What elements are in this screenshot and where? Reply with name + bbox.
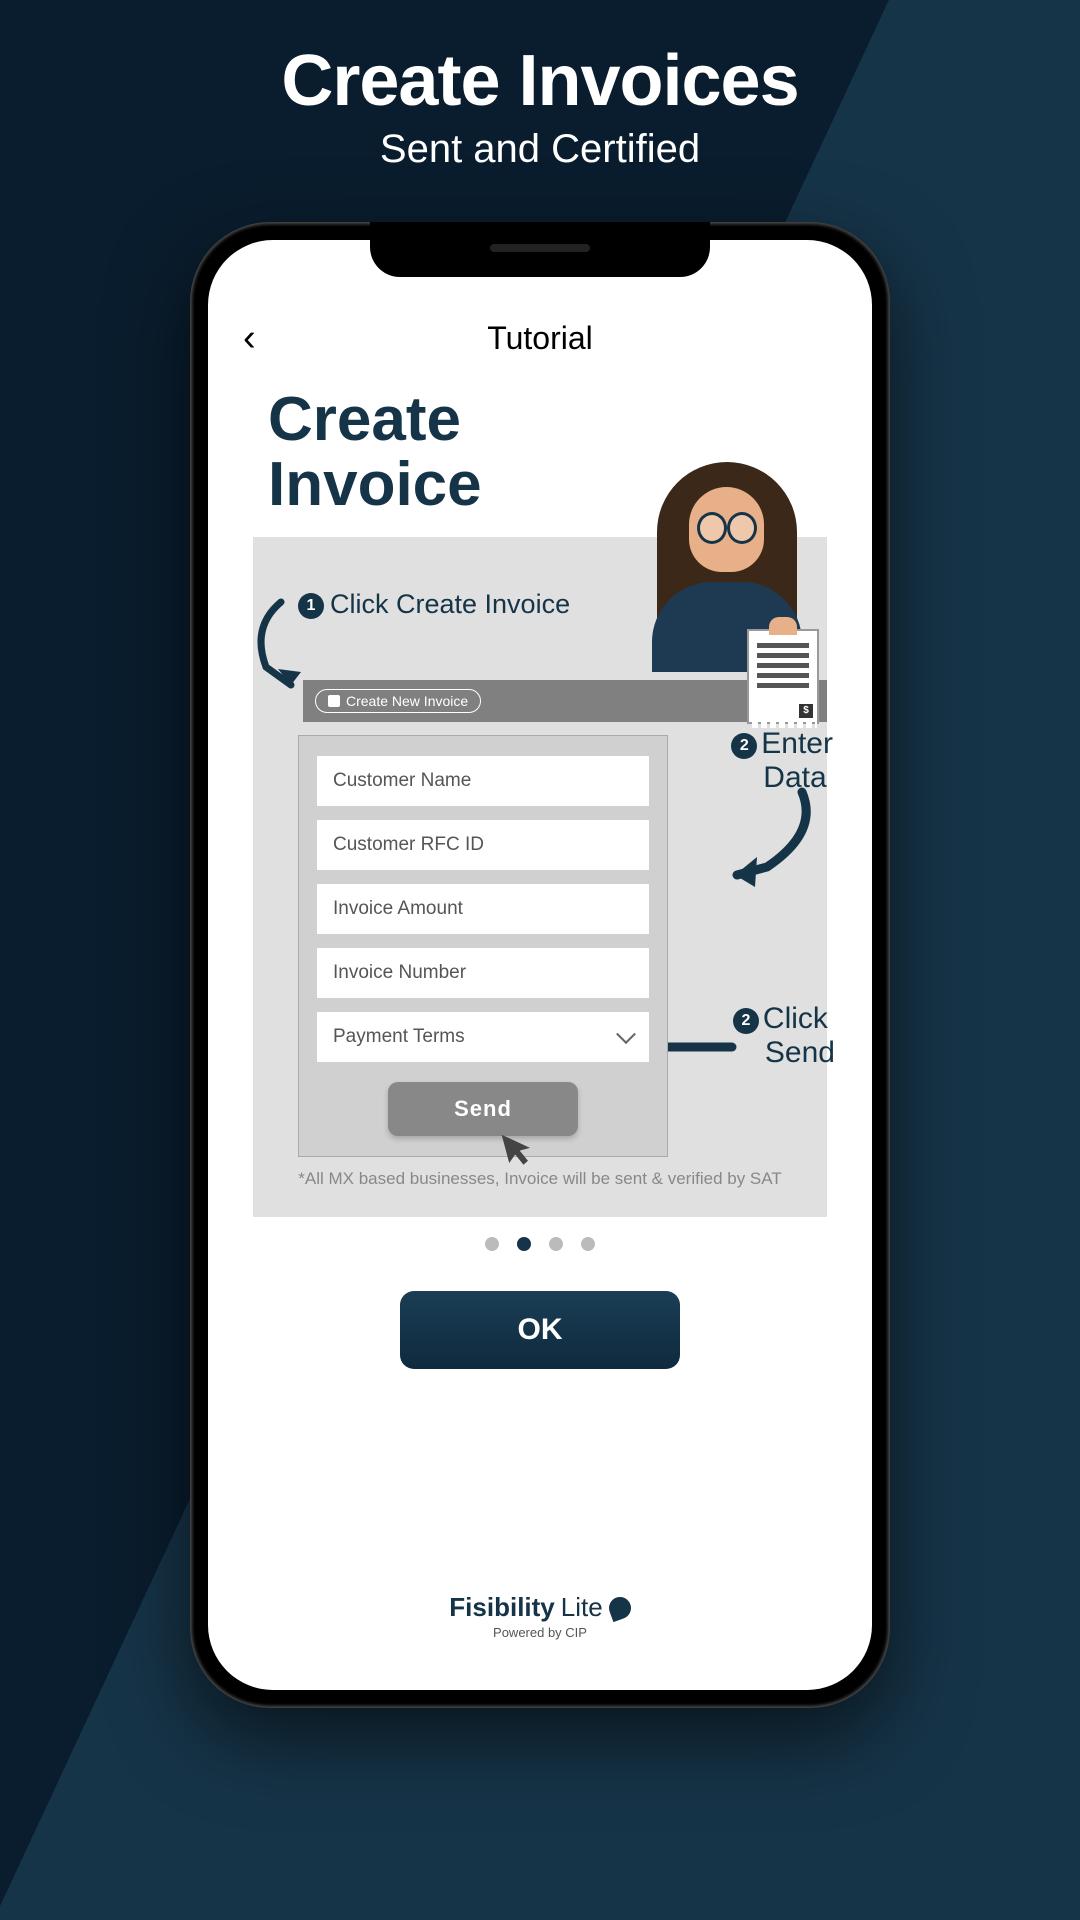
arrow-1-icon	[251, 597, 311, 692]
brand-name-part1: Fisibility	[449, 1592, 554, 1623]
page-title-line2: Invoice	[268, 450, 482, 519]
sat-footnote: *All MX based businesses, Invoice will b…	[253, 1169, 827, 1207]
step-3-text-line2: Send	[765, 1036, 835, 1070]
page-dot-2[interactable]	[517, 1237, 531, 1251]
step-1-text: Click Create Invoice	[330, 589, 570, 620]
marketing-subtitle: Sent and Certified	[0, 127, 1080, 172]
invoice-number-field[interactable]: Invoice Number	[317, 948, 649, 998]
nav-title: Tutorial	[487, 320, 593, 357]
step-2-label: 2 Enter Data	[731, 727, 833, 795]
invoice-amount-field[interactable]: Invoice Amount	[317, 884, 649, 934]
customer-rfc-field[interactable]: Customer RFC ID	[317, 820, 649, 870]
page-dot-4[interactable]	[581, 1237, 595, 1251]
step-2-number: 2	[731, 733, 757, 759]
create-new-invoice-button[interactable]: Create New Invoice	[315, 689, 481, 713]
step-2-text-line1: Enter	[761, 727, 833, 761]
step-3-text-line1: Click	[763, 1002, 828, 1036]
brand-name-part2: Lite	[561, 1592, 603, 1623]
receipt-icon: $	[747, 629, 819, 724]
ok-button[interactable]: OK	[400, 1291, 680, 1369]
back-icon[interactable]: ‹	[243, 317, 256, 360]
brand-paw-icon	[606, 1593, 634, 1621]
send-button[interactable]: Send	[388, 1082, 578, 1136]
brand-logo: FisibilityLite	[449, 1592, 630, 1623]
brand-powered-by: Powered by CIP	[243, 1625, 837, 1640]
marketing-header: Create Invoices Sent and Certified	[0, 0, 1080, 172]
tutorial-panel: $ 1 Click Create Invoice Create New Invo…	[253, 537, 827, 1217]
page-title-line1: Create	[268, 385, 461, 454]
marketing-title: Create Invoices	[0, 40, 1080, 122]
nav-bar: ‹ Tutorial	[243, 320, 837, 357]
payment-terms-select[interactable]: Payment Terms	[317, 1012, 649, 1062]
step-3-label: 2 Click Send	[733, 1002, 835, 1070]
phone-frame: ‹ Tutorial Create Invoice	[190, 222, 890, 1708]
pagination-dots	[243, 1237, 837, 1251]
create-new-label: Create New Invoice	[346, 693, 468, 709]
screen-content: ‹ Tutorial Create Invoice	[208, 240, 872, 1690]
phone-screen: ‹ Tutorial Create Invoice	[208, 240, 872, 1690]
page-dot-1[interactable]	[485, 1237, 499, 1251]
step-1-label: 1 Click Create Invoice	[298, 589, 570, 620]
arrow-2-icon	[717, 787, 822, 887]
phone-notch	[370, 222, 710, 277]
customer-name-field[interactable]: Customer Name	[317, 756, 649, 806]
create-invoice-icon	[328, 695, 340, 707]
brand-footer: FisibilityLite Powered by CIP	[243, 1592, 837, 1660]
page-dot-3[interactable]	[549, 1237, 563, 1251]
invoice-form: Customer Name Customer RFC ID Invoice Am…	[298, 735, 668, 1157]
